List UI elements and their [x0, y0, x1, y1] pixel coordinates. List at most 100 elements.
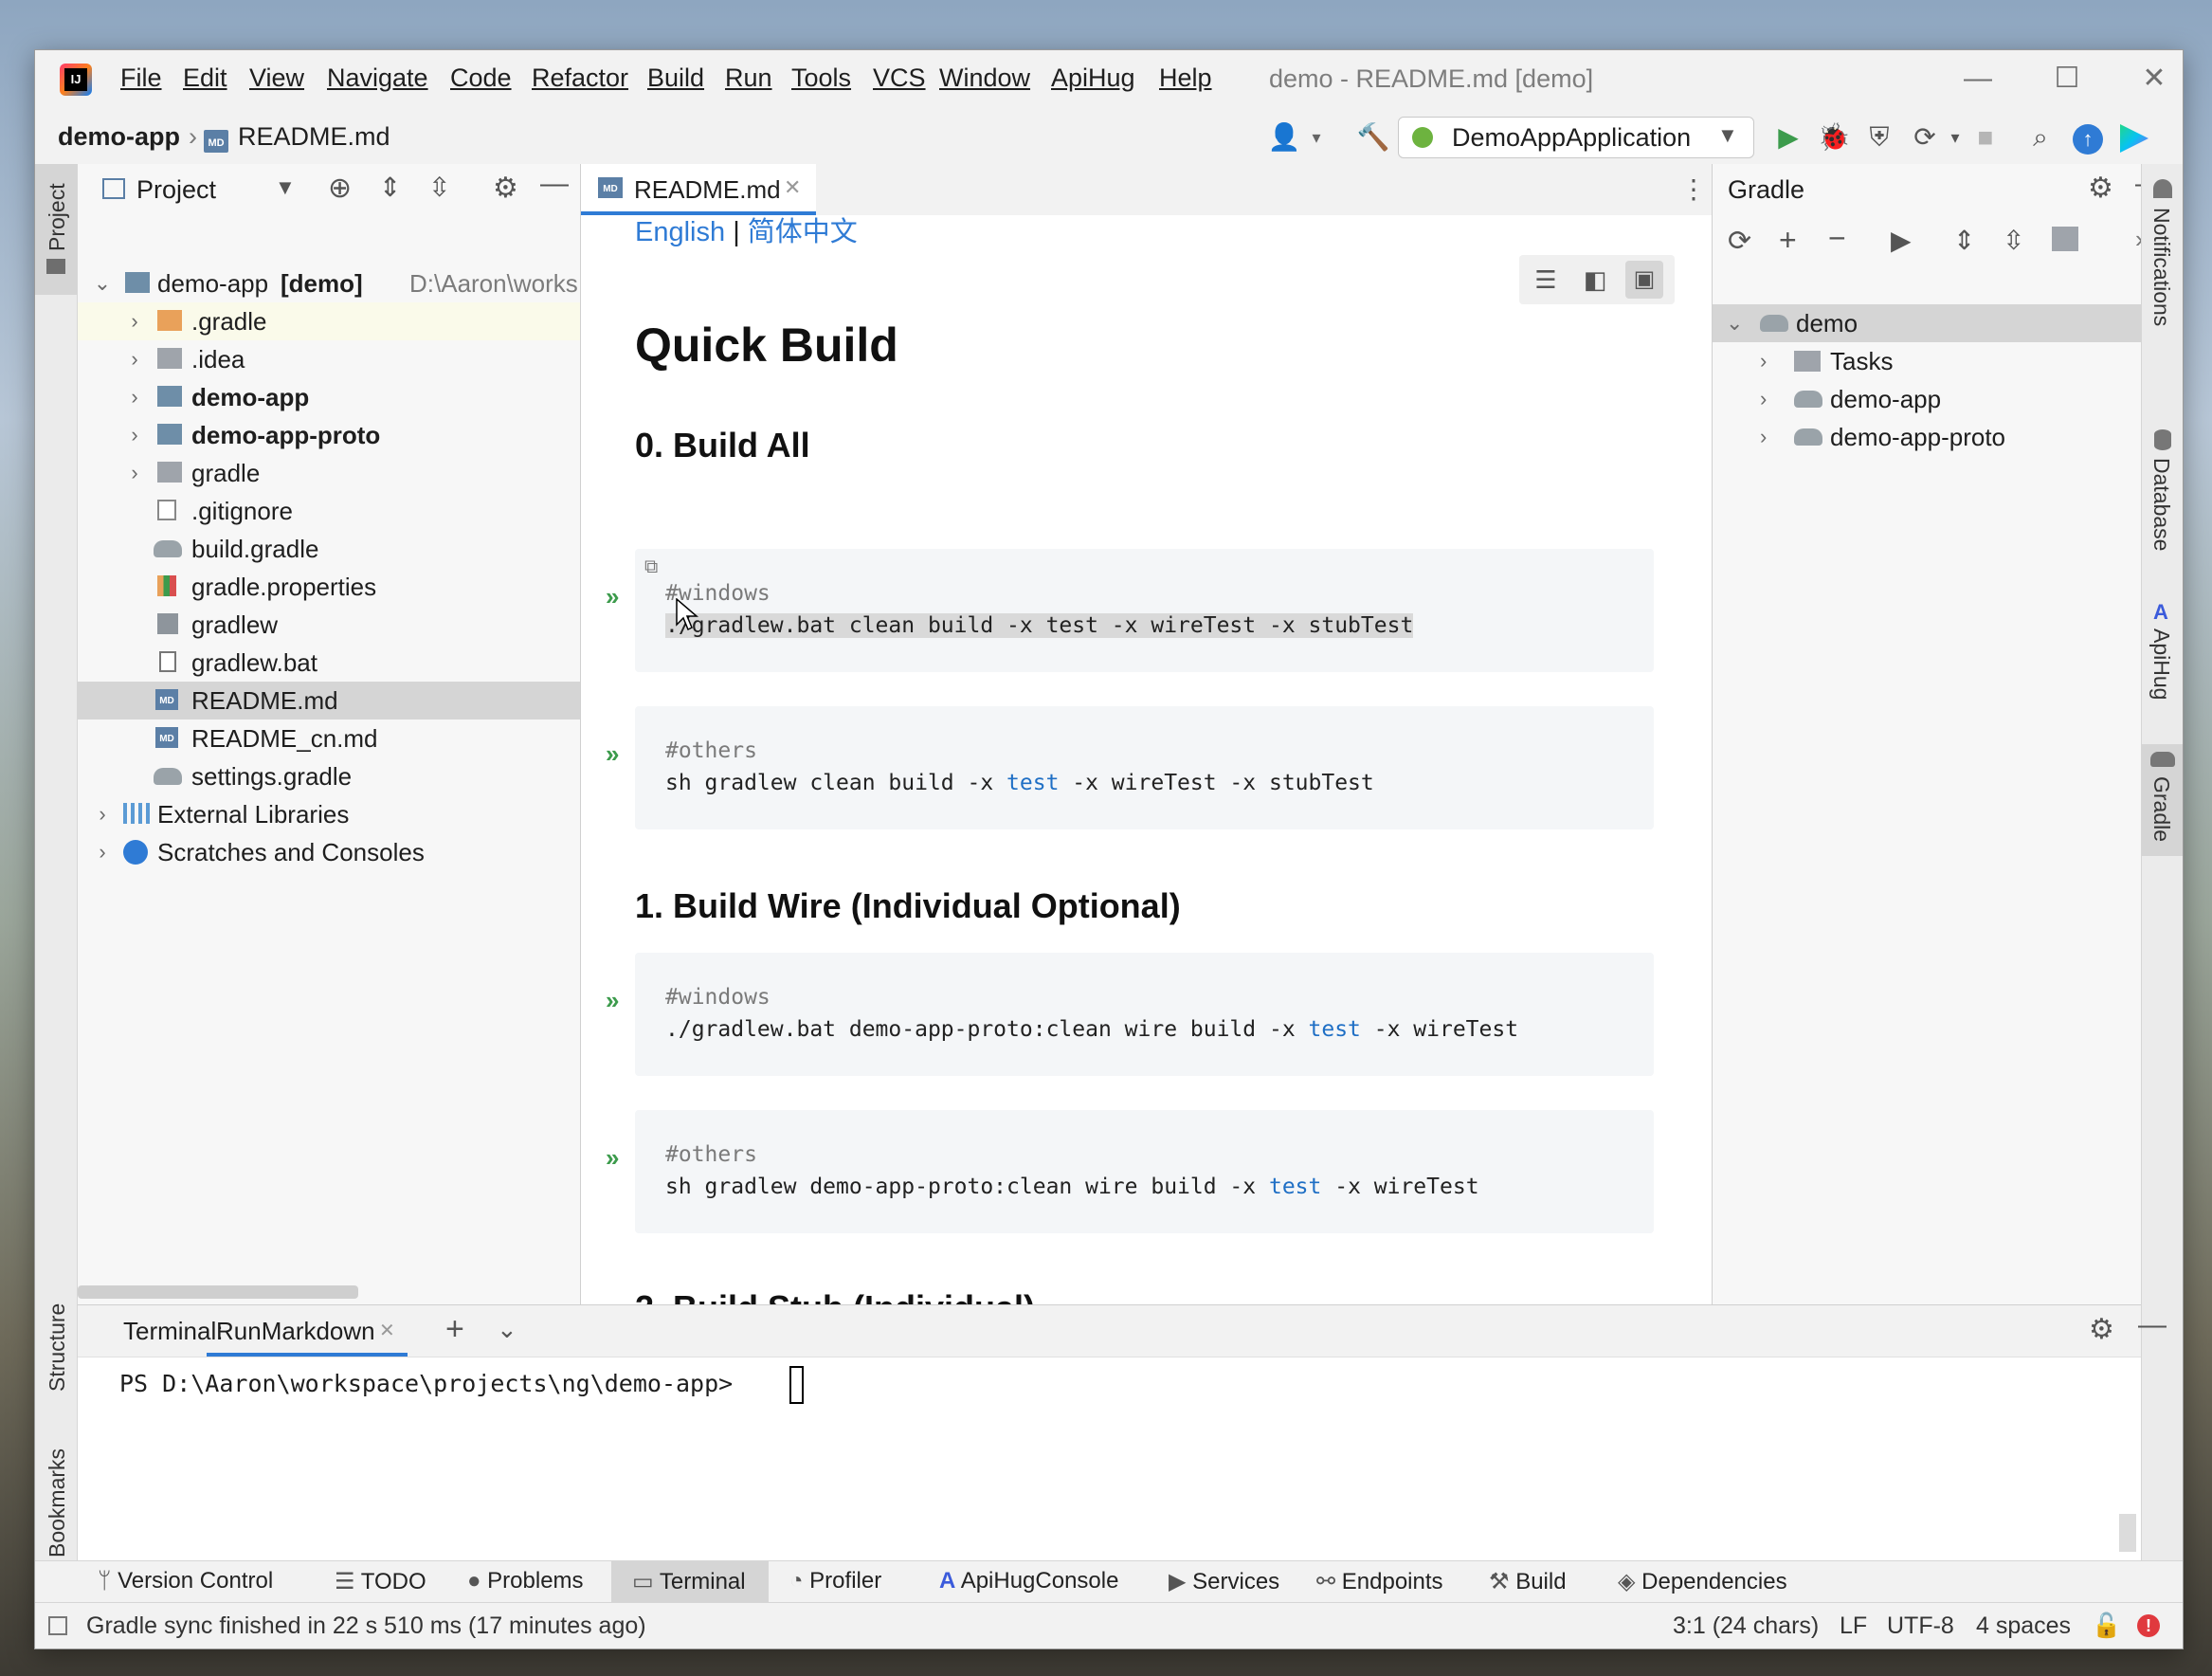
- collapse-all-icon[interactable]: ⇳: [2003, 225, 2024, 256]
- chevron-right-icon[interactable]: ›: [1760, 418, 1767, 456]
- tool-terminal[interactable]: ▭ Terminal: [632, 1568, 746, 1595]
- vertical-scrollbar[interactable]: [2119, 1514, 2136, 1552]
- run-block-icon[interactable]: »: [606, 582, 619, 611]
- chevron-right-icon[interactable]: ›: [1760, 342, 1767, 380]
- preview-only-icon[interactable]: ▣: [1625, 261, 1663, 299]
- hide-panel-icon[interactable]: —: [540, 168, 569, 200]
- menu-run[interactable]: Run: [725, 64, 772, 93]
- chevron-right-icon[interactable]: ›: [125, 340, 144, 378]
- lock-icon[interactable]: 🔓: [2092, 1612, 2121, 1640]
- file-encoding[interactable]: UTF-8: [1887, 1612, 1954, 1640]
- copy-icon[interactable]: ⧉: [644, 555, 658, 577]
- search-icon[interactable]: ⌕: [2023, 120, 2058, 155]
- split-view-icon[interactable]: ◧: [1576, 261, 1614, 299]
- tree-item-external-libraries[interactable]: › External Libraries: [78, 795, 580, 833]
- execute-task-icon[interactable]: ▶: [1891, 225, 1912, 256]
- menu-vcs[interactable]: VCS: [873, 64, 926, 93]
- gradle-tree-item[interactable]: › Tasks: [1713, 342, 2175, 380]
- tool-apihugconsole[interactable]: A ApiHugConsole: [939, 1568, 1118, 1594]
- gradle-tree-root[interactable]: ⌄ demo: [1713, 304, 2175, 342]
- more-options-icon[interactable]: ⋮: [1680, 173, 1707, 205]
- collapse-all-icon[interactable]: ⇳: [428, 172, 450, 203]
- remove-icon[interactable]: −: [1828, 221, 1846, 256]
- tree-item-root[interactable]: ⌄ demo-app [demo] D:\Aaron\works: [78, 264, 580, 302]
- dependencies-icon[interactable]: [2052, 227, 2078, 251]
- breadcrumb-file[interactable]: README.md: [238, 122, 390, 152]
- tree-item[interactable]: settings.gradle: [78, 757, 580, 795]
- editor-tab-readme[interactable]: MD README.md ✕: [581, 164, 816, 215]
- project-tool-tab[interactable]: Project: [35, 164, 77, 295]
- tree-item[interactable]: › .idea: [78, 340, 580, 378]
- breadcrumb-project[interactable]: demo-app: [58, 122, 180, 152]
- menu-edit[interactable]: Edit: [183, 64, 227, 93]
- editor-only-icon[interactable]: ☰: [1527, 261, 1565, 299]
- close-tab-icon[interactable]: ✕: [784, 175, 801, 200]
- tree-item[interactable]: build.gradle: [78, 530, 580, 568]
- tool-build[interactable]: ⚒ Build: [1489, 1568, 1567, 1595]
- chevron-down-icon[interactable]: ⌄: [497, 1315, 517, 1344]
- tree-item-selected[interactable]: MD README.md: [78, 682, 580, 720]
- tool-profiler[interactable]: ◔ Profiler: [789, 1568, 881, 1594]
- chevron-right-icon[interactable]: ›: [125, 378, 144, 416]
- expand-all-icon[interactable]: ⇕: [1953, 225, 1975, 256]
- english-link[interactable]: English: [635, 217, 725, 247]
- reload-icon[interactable]: ⟳: [1728, 225, 1751, 258]
- stop-icon[interactable]: ■: [1968, 120, 2003, 155]
- chevron-right-icon[interactable]: ›: [125, 302, 144, 340]
- status-message[interactable]: Gradle sync finished in 22 s 510 ms (17 …: [86, 1612, 646, 1640]
- chevron-down-icon[interactable]: ⌄: [1726, 304, 1743, 342]
- tool-todo[interactable]: ☰ TODO: [335, 1568, 426, 1595]
- run-block-icon[interactable]: »: [606, 739, 619, 769]
- run-block-icon[interactable]: »: [606, 986, 619, 1015]
- menu-help[interactable]: Help: [1159, 64, 1212, 93]
- caret-position[interactable]: 3:1 (24 chars): [1673, 1612, 1819, 1640]
- horizontal-scrollbar[interactable]: [78, 1285, 358, 1299]
- gear-icon[interactable]: ⚙: [493, 172, 518, 205]
- add-icon[interactable]: +: [1779, 223, 1797, 258]
- apihug-tool-tab[interactable]: A ApiHug: [2142, 600, 2183, 714]
- error-indicator-icon[interactable]: !: [2137, 1614, 2160, 1637]
- tree-item[interactable]: MD README_cn.md: [78, 720, 580, 757]
- tree-item[interactable]: › demo-app: [78, 378, 580, 416]
- profiler-icon[interactable]: ⟳: [1908, 120, 1942, 155]
- expand-all-icon[interactable]: ⇕: [379, 172, 401, 203]
- tree-item[interactable]: gradlew.bat: [78, 644, 580, 682]
- chevron-right-icon[interactable]: ›: [125, 454, 144, 492]
- menu-window[interactable]: Window: [939, 64, 1030, 93]
- gear-icon[interactable]: ⚙: [2089, 1313, 2114, 1346]
- code-with-me-icon[interactable]: [2120, 124, 2149, 153]
- menu-view[interactable]: View: [249, 64, 304, 93]
- close-tab-icon[interactable]: ✕: [379, 1319, 395, 1342]
- locate-file-icon[interactable]: ⊕: [328, 172, 352, 205]
- tool-endpoints[interactable]: ⚯ Endpoints: [1316, 1568, 1443, 1595]
- project-panel-title[interactable]: Project: [136, 175, 216, 205]
- coverage-icon[interactable]: ⛨: [1862, 120, 1896, 155]
- toggle-tool-windows-icon[interactable]: [48, 1616, 67, 1635]
- update-icon[interactable]: ↑: [2073, 124, 2103, 155]
- run-block-icon[interactable]: »: [606, 1143, 619, 1173]
- tool-dependencies[interactable]: ◈ Dependencies: [1618, 1568, 1787, 1595]
- minimize-icon[interactable]: —: [1949, 58, 2006, 100]
- tree-item-scratches[interactable]: › Scratches and Consoles: [78, 833, 580, 871]
- debug-icon[interactable]: 🐞: [1817, 120, 1851, 155]
- tree-item[interactable]: gradle.properties: [78, 568, 580, 606]
- chevron-down-icon[interactable]: ▾: [1299, 120, 1333, 155]
- run-configuration-select[interactable]: DemoAppApplication ▼: [1398, 117, 1754, 158]
- line-separator[interactable]: LF: [1840, 1612, 1867, 1640]
- menu-code[interactable]: Code: [450, 64, 512, 93]
- user-icon[interactable]: 👤: [1267, 120, 1301, 155]
- chevron-right-icon[interactable]: ›: [93, 795, 112, 833]
- hide-panel-icon[interactable]: —: [2138, 1309, 2167, 1341]
- gradle-tree-item[interactable]: › demo-app-proto: [1713, 418, 2175, 456]
- tree-item[interactable]: .gitignore: [78, 492, 580, 530]
- menu-refactor[interactable]: Refactor: [532, 64, 628, 93]
- menu-apihug[interactable]: ApiHug: [1051, 64, 1135, 93]
- code-command[interactable]: sh gradlew clean build -x test -x wireTe…: [665, 771, 1374, 795]
- maximize-icon[interactable]: ☐: [2039, 58, 2095, 100]
- gradle-tool-tab[interactable]: Gradle: [2142, 744, 2183, 856]
- structure-tool-tab[interactable]: Structure: [35, 1278, 77, 1411]
- chevron-right-icon[interactable]: ›: [125, 416, 144, 454]
- tool-version-control[interactable]: ᛘ Version Control: [98, 1568, 273, 1594]
- chinese-link[interactable]: 简体中文: [748, 217, 858, 247]
- menu-build[interactable]: Build: [647, 64, 704, 93]
